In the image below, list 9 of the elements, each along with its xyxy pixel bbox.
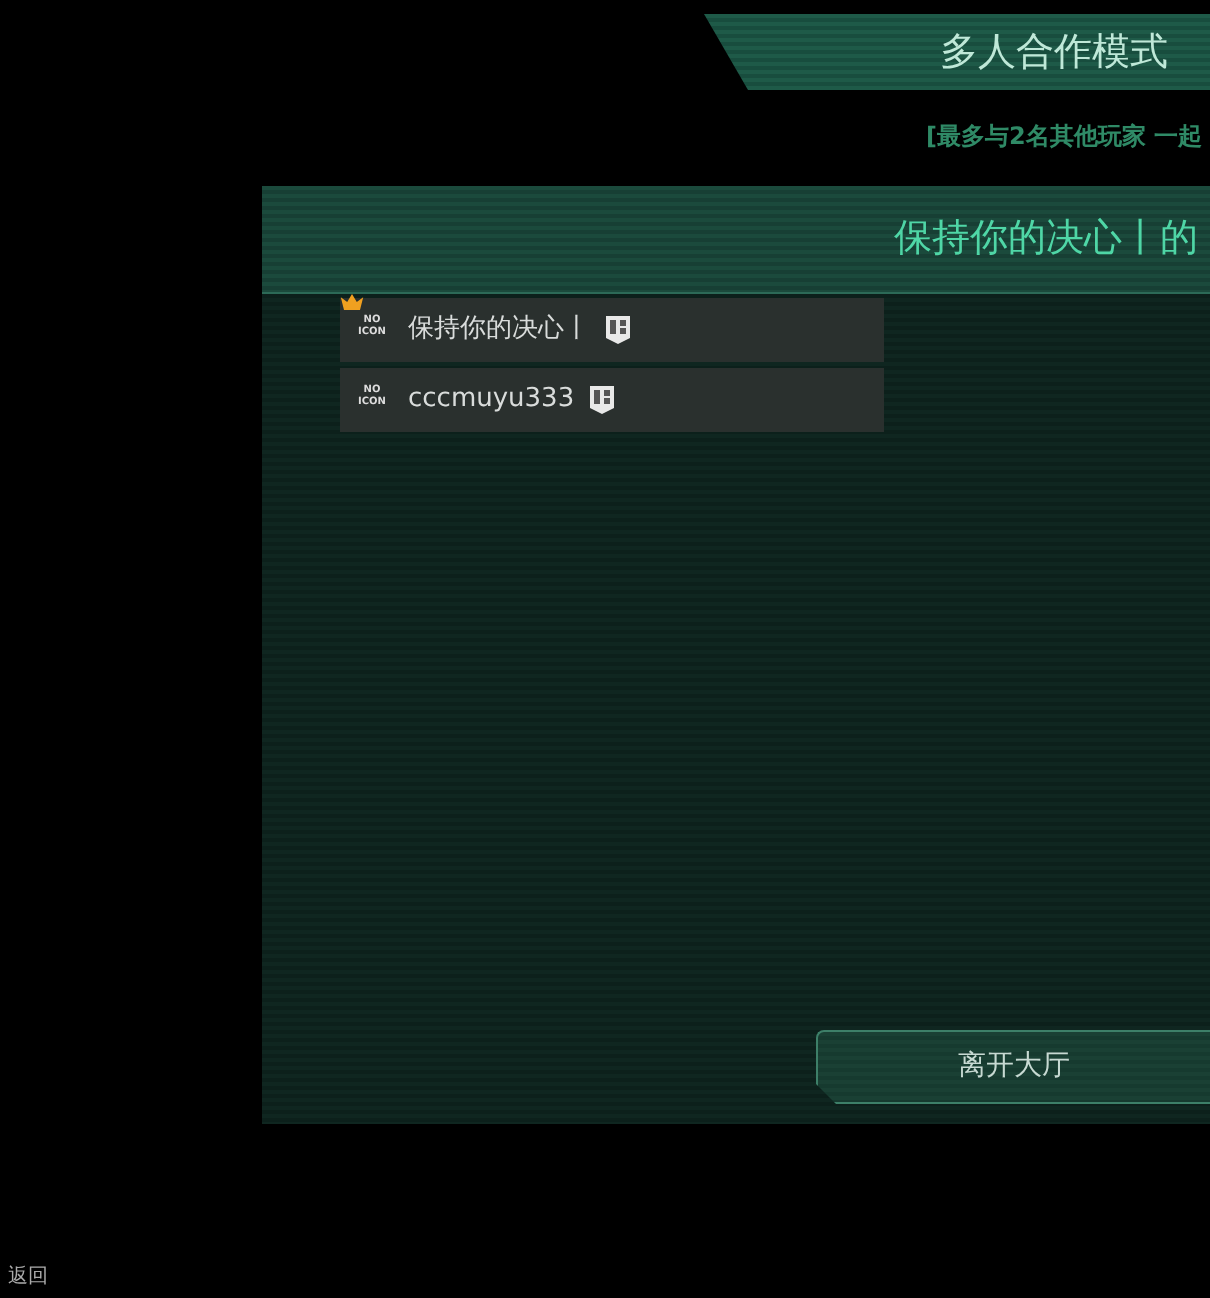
back-label[interactable]: 返回: [8, 1262, 48, 1292]
mode-title: 多人合作模式: [704, 14, 1210, 90]
shield-icon: [606, 316, 630, 344]
lobby-title: 保持你的决心丨的: [262, 186, 1210, 294]
leave-lobby-button[interactable]: 离开大厅: [816, 1030, 1210, 1104]
shield-icon: [590, 386, 615, 414]
subtitle: [最多与2名其他玩家 一起: [925, 120, 1204, 154]
player-name: 保持你的决心丨: [408, 312, 590, 349]
player-name: cccmuyu333: [408, 382, 575, 419]
